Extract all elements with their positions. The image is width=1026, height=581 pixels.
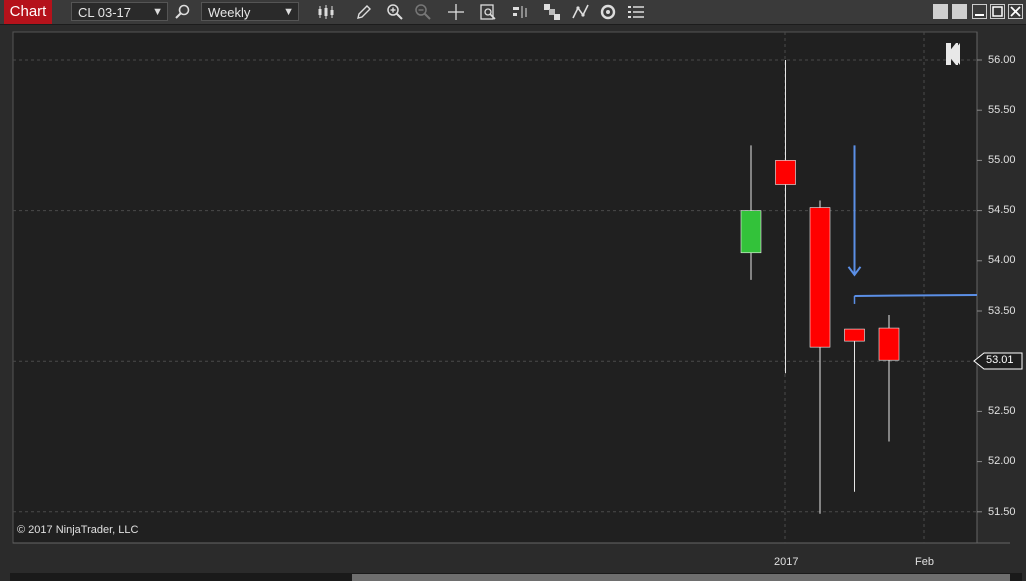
y-tick-label: 55.50 bbox=[988, 104, 1016, 116]
tick-layer bbox=[977, 59, 982, 513]
x-tick-label: Feb bbox=[915, 556, 934, 568]
candle-body bbox=[775, 160, 796, 185]
candle-body bbox=[878, 327, 900, 361]
horizontal-ray-line bbox=[854, 293, 978, 297]
y-tick-label: 51.50 bbox=[988, 506, 1016, 518]
y-tick-label: 55.00 bbox=[988, 154, 1016, 166]
x-tick-label: 2017 bbox=[774, 556, 799, 568]
y-tick-label: 56.00 bbox=[988, 54, 1016, 66]
price-marker: 53.01 bbox=[986, 354, 1014, 366]
candle-body bbox=[844, 328, 865, 342]
chart-canvas[interactable] bbox=[0, 0, 1026, 581]
y-tick-label: 54.50 bbox=[988, 204, 1016, 216]
y-tick-label: 54.00 bbox=[988, 254, 1016, 266]
jump-bar-icon bbox=[947, 43, 951, 65]
candle-body bbox=[740, 210, 762, 254]
plot-area bbox=[12, 31, 978, 544]
scrollbar-thumb[interactable] bbox=[352, 574, 1010, 581]
y-tick-label: 52.00 bbox=[988, 455, 1016, 467]
copyright-text: © 2017 NinjaTrader, LLC bbox=[17, 524, 139, 536]
y-tick-label: 52.50 bbox=[988, 405, 1016, 417]
y-tick-label: 53.50 bbox=[988, 305, 1016, 317]
candle-body bbox=[809, 207, 831, 348]
